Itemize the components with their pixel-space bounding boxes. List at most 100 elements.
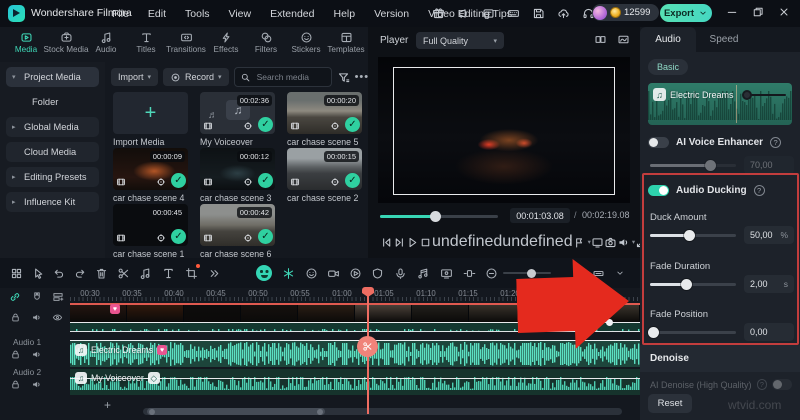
minimize-button[interactable] [726, 5, 738, 23]
play-button[interactable] [406, 236, 419, 249]
fade-duration-slider[interactable] [650, 283, 736, 286]
keyframe-icon[interactable] [280, 265, 296, 281]
tab-transitions[interactable]: Transitions [166, 29, 206, 54]
fade-position-value[interactable]: 0,00 [744, 323, 794, 341]
sidebar-item-influence-kit[interactable]: ▸Influence Kit [6, 192, 99, 212]
cloud-upload-icon[interactable] [554, 5, 572, 23]
clip-volume-handle[interactable] [742, 90, 752, 100]
restore-button[interactable] [752, 5, 764, 23]
search-input[interactable] [255, 71, 321, 83]
mirror-display-button[interactable] [591, 236, 604, 249]
tab-titles[interactable]: Titles [126, 29, 166, 54]
enhancer-value[interactable]: 70,00 [744, 156, 794, 174]
ripple-edit-icon[interactable] [461, 265, 477, 281]
record-camera-icon[interactable] [325, 265, 341, 281]
tab-stock-media[interactable]: Stock Media [46, 29, 86, 54]
media-item-car-chase-scene-1[interactable]: 00:00:45✓car chase scene 1 [113, 204, 188, 259]
save-icon[interactable] [529, 5, 547, 23]
timeline-ruler[interactable]: 00:3000:3500:4000:4500:5000:5501:0001:05… [70, 288, 640, 302]
menu-view[interactable]: View [229, 8, 252, 20]
fit-timeline-icon[interactable] [590, 265, 606, 281]
speaker-icon[interactable] [29, 310, 43, 324]
feedback-icon[interactable] [479, 5, 497, 23]
duck-amount-value[interactable]: 50,00% [744, 226, 794, 244]
zoom-out-icon[interactable] [483, 265, 499, 281]
sidebar-item-folder[interactable]: Folder [14, 92, 99, 112]
transform-bounding-box[interactable] [393, 67, 615, 195]
lock-icon[interactable] [8, 310, 22, 324]
favorite-marker-icon[interactable]: ♥ [157, 345, 167, 355]
microphone-icon[interactable] [392, 265, 408, 281]
audio-beat-icon[interactable] [137, 265, 153, 281]
undo-icon[interactable] [50, 265, 66, 281]
multi-view-icon[interactable] [594, 33, 607, 46]
media-item-car-chase-scene-5[interactable]: 00:00:20✓car chase scene 5 [287, 92, 362, 147]
delete-icon[interactable] [93, 265, 109, 281]
seek-slider[interactable] [380, 215, 498, 218]
add-track-button[interactable]: + [104, 398, 111, 412]
scrollbar-handle-right[interactable] [317, 409, 323, 415]
menu-file[interactable]: File [112, 8, 129, 20]
sticker-icon[interactable] [303, 265, 319, 281]
media-item-car-chase-scene-6[interactable]: 00:00:42✓car chase scene 6 [200, 204, 275, 259]
gift-icon[interactable] [429, 5, 447, 23]
timeline-zoom-slider[interactable] [503, 272, 551, 274]
import-button[interactable]: Import ▾ [111, 68, 158, 86]
scrollbar-thumb[interactable] [147, 408, 325, 415]
mark-in-button[interactable]: undefined [432, 233, 502, 251]
screen-record-icon[interactable] [438, 265, 454, 281]
media-item-car-chase-scene-4[interactable]: 00:00:09✓car chase scene 4 [113, 148, 188, 203]
playhead[interactable] [367, 288, 369, 414]
help-icon[interactable]: ? [770, 137, 781, 148]
fade-duration-handle[interactable] [681, 279, 692, 290]
text-icon[interactable] [160, 265, 176, 281]
reset-button[interactable]: Reset [648, 394, 692, 413]
media-item-import-media[interactable]: +Import Media [113, 92, 188, 147]
tab-audio[interactable]: Audio [86, 29, 126, 54]
keyboard-icon[interactable] [504, 5, 522, 23]
sidebar-item-global-media[interactable]: ▸Global Media [6, 117, 99, 137]
menu-extended[interactable]: Extended [270, 8, 314, 20]
more-icon[interactable] [206, 265, 222, 281]
sidebar-item-cloud-media[interactable]: Cloud Media [6, 142, 99, 162]
megaphone-icon[interactable] [454, 5, 472, 23]
tab-templates[interactable]: Templates [326, 29, 366, 54]
select-icon[interactable] [30, 265, 46, 281]
eye-icon[interactable] [50, 310, 64, 324]
close-button[interactable] [778, 5, 790, 23]
stop-button[interactable] [419, 236, 432, 249]
redo-icon[interactable] [72, 265, 88, 281]
tab-speed[interactable]: Speed [696, 27, 752, 52]
mark-out-button[interactable]: undefined [502, 233, 572, 251]
seek-handle[interactable] [430, 211, 441, 222]
sidebar-item-editing-presets[interactable]: ▸Editing Presets [6, 167, 99, 187]
volume-button[interactable]: ▾ [617, 236, 635, 249]
media-item-car-chase-scene-3[interactable]: 00:00:12✓car chase scene 3 [200, 148, 275, 203]
fade-position-handle[interactable] [648, 327, 659, 338]
tab-effects[interactable]: Effects [206, 29, 246, 54]
video-track-clip[interactable]: ♥ [70, 303, 640, 332]
menu-tools[interactable]: Tools [185, 8, 210, 20]
grid-view-icon[interactable] [8, 265, 24, 281]
link-icon[interactable] [8, 290, 22, 304]
guard-icon[interactable] [369, 265, 385, 281]
account-points-pill[interactable]: 12599 [592, 4, 659, 21]
more-options-icon[interactable]: ••• [355, 71, 370, 83]
clip-volume-slider[interactable] [744, 94, 786, 96]
media-search[interactable] [234, 67, 332, 87]
tab-media[interactable]: Media [6, 29, 46, 54]
video-preview[interactable] [378, 57, 630, 203]
basic-filter-pill[interactable]: Basic [648, 59, 688, 75]
timeline-scrollbar[interactable] [143, 408, 622, 415]
playback-quality-select[interactable]: Full Quality ▾ [416, 32, 504, 49]
keyframe-dot[interactable] [606, 319, 613, 326]
snapshot-button[interactable] [604, 236, 617, 249]
media-item-my-voiceover[interactable]: ♫♬00:02:36✓My Voiceover [200, 92, 275, 147]
scrollbar-handle-left[interactable] [149, 409, 155, 415]
play-motion-icon[interactable] [347, 265, 363, 281]
audio-notes-icon[interactable] [415, 265, 431, 281]
marker-button[interactable]: ▾ [573, 236, 591, 249]
media-item-car-chase-scene-2[interactable]: 00:00:15✓car chase scene 2 [287, 148, 362, 203]
ai-voice-enhancer-toggle[interactable] [648, 137, 669, 148]
favorite-marker-icon[interactable]: ♥ [110, 304, 120, 314]
